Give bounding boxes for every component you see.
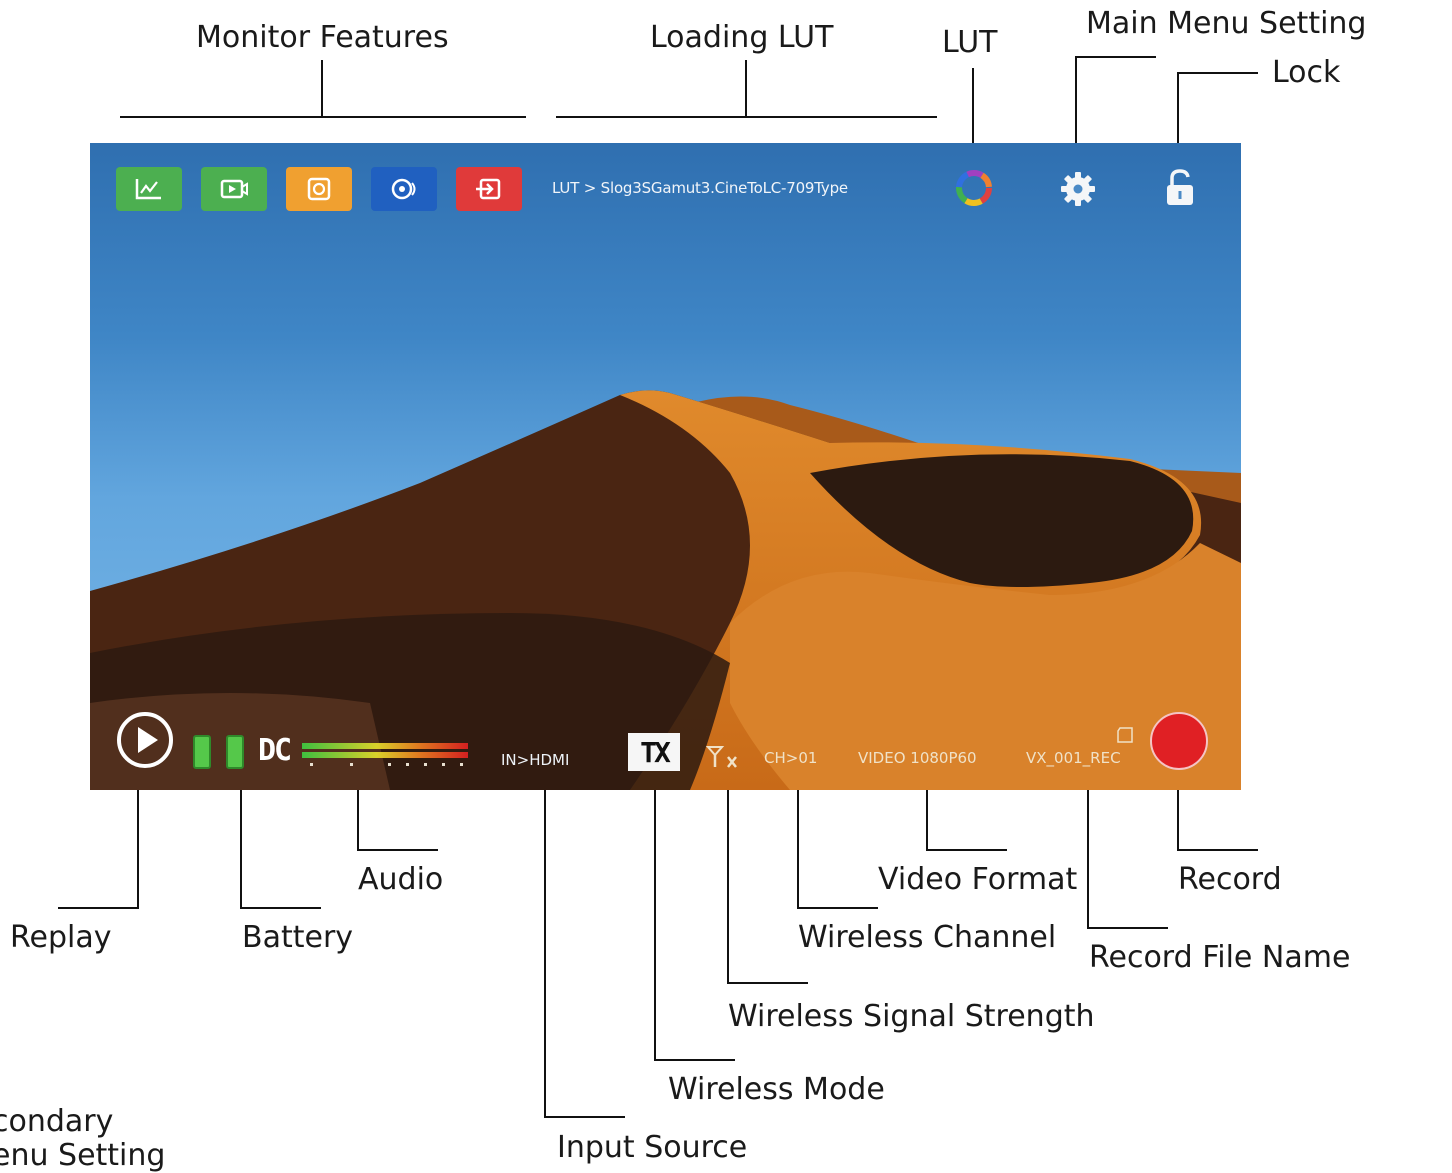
callout-audio: Audio xyxy=(358,862,444,897)
monitor-screen: LUT > Slog3SGamut3.CineToLC-709Type DC I… xyxy=(90,143,1241,790)
callout-replay: Replay xyxy=(10,920,112,955)
callout-wireless-signal-strength: Wireless Signal Strength xyxy=(728,999,1095,1034)
wireless-channel-text: CH>01 xyxy=(764,749,818,767)
focus-icon xyxy=(307,177,331,201)
callout-monitor-features: Monitor Features xyxy=(196,20,449,55)
battery-cell-2 xyxy=(226,735,244,769)
callout-wireless-channel: Wireless Channel xyxy=(798,920,1057,955)
callout-video-format: Video Format xyxy=(878,862,1078,897)
battery-cell-1 xyxy=(193,735,211,769)
lut-icon[interactable] xyxy=(954,168,994,208)
lock-icon[interactable] xyxy=(1162,167,1198,209)
audio-level-meter xyxy=(302,743,468,766)
card-icon xyxy=(1117,727,1133,743)
callout-wireless-mode: Wireless Mode xyxy=(668,1072,885,1107)
replay-icon[interactable] xyxy=(115,710,175,770)
desert-dunes-image xyxy=(90,390,1241,790)
signal-icon xyxy=(705,746,737,768)
input-switch-button[interactable] xyxy=(456,167,522,211)
video-format-text: VIDEO 1080P60 xyxy=(858,749,977,767)
record-file-name-text: VX_001_REC xyxy=(1026,749,1121,767)
video-button[interactable] xyxy=(201,167,267,211)
focus-button[interactable] xyxy=(286,167,352,211)
gear-icon[interactable] xyxy=(1058,169,1098,209)
dc-power-label: DC xyxy=(258,733,292,768)
lut-path-text: LUT > Slog3SGamut3.CineToLC-709Type xyxy=(552,179,848,197)
callout-main-menu-setting: Main Menu Setting xyxy=(1086,6,1367,41)
input-source-text: IN>HDMI xyxy=(501,751,570,769)
callout-record: Record xyxy=(1178,862,1282,897)
waveform-icon xyxy=(135,179,161,200)
record-button[interactable] xyxy=(1150,712,1208,770)
callout-lut: LUT xyxy=(942,25,998,60)
callout-input-source: Input Source xyxy=(557,1130,748,1165)
audio-sync-icon xyxy=(391,178,416,200)
wireless-mode-badge[interactable]: TX xyxy=(628,733,680,771)
callout-battery: Battery xyxy=(242,920,354,955)
video-icon xyxy=(220,179,248,199)
callout-loading-lut: Loading LUT xyxy=(650,20,834,55)
audio-sync-button[interactable] xyxy=(371,167,437,211)
callout-secondary-menu-setting: condary enu Setting xyxy=(0,1104,166,1173)
waveform-button[interactable] xyxy=(116,167,182,211)
callout-record-file-name: Record File Name xyxy=(1089,940,1351,975)
input-switch-icon xyxy=(476,178,501,200)
callout-lock: Lock xyxy=(1272,55,1341,90)
